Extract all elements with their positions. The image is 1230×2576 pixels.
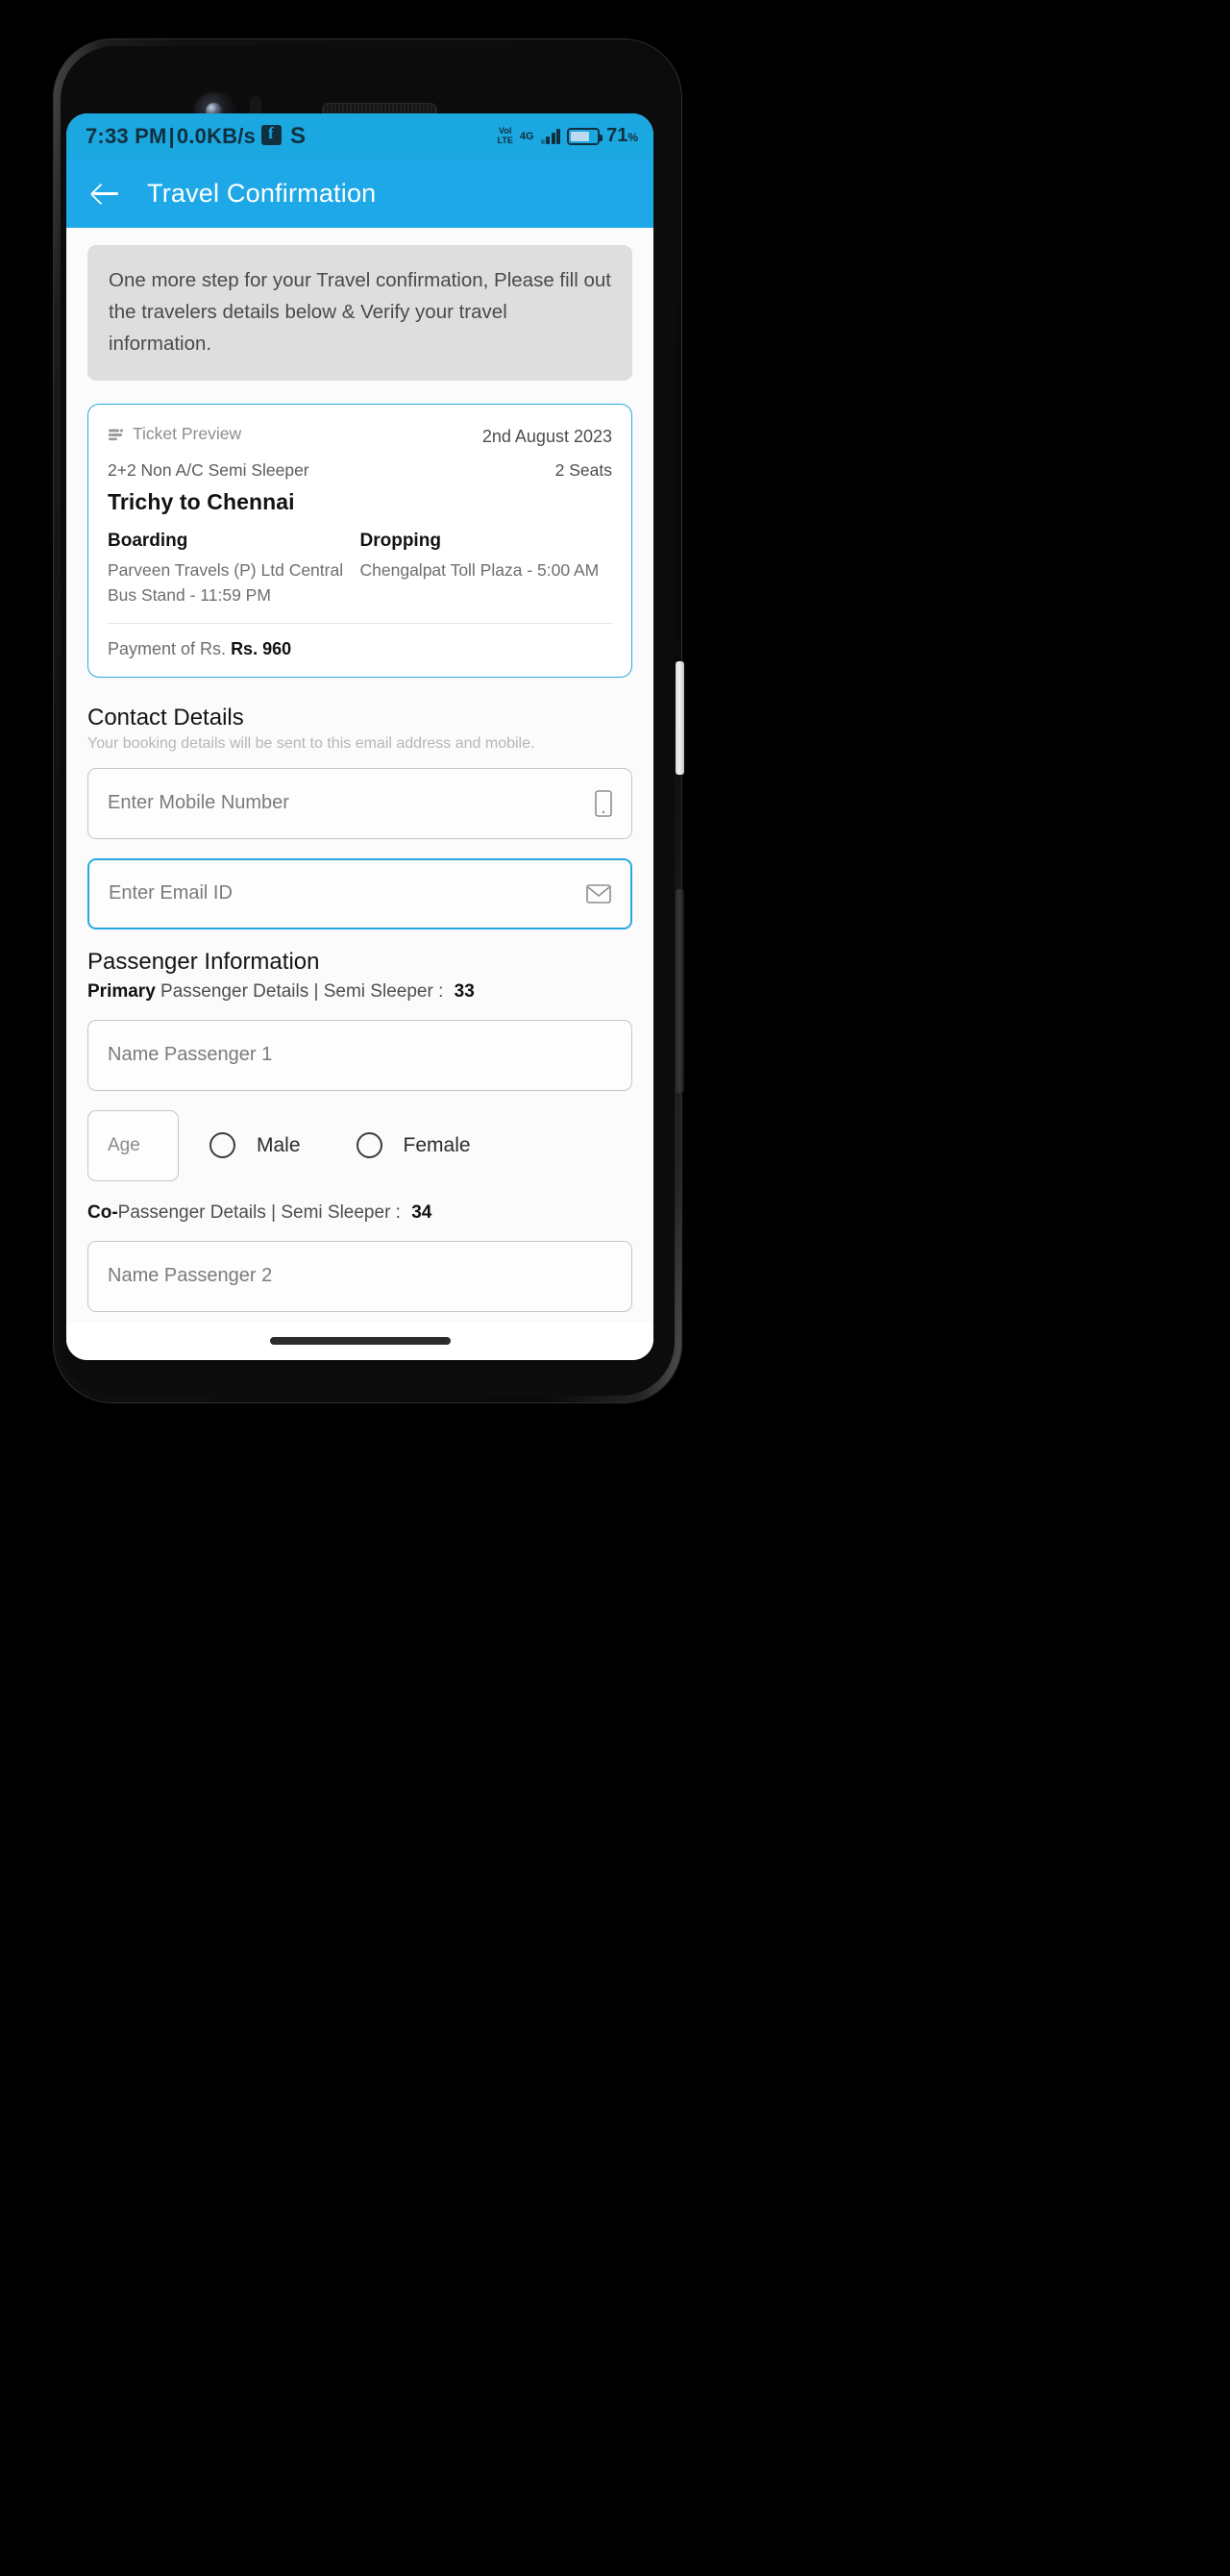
passenger-1-age-input[interactable]: Age bbox=[87, 1109, 179, 1181]
power-button[interactable] bbox=[676, 661, 684, 775]
passenger-1-name-field[interactable]: Name Passenger 1 bbox=[87, 1019, 632, 1091]
primary-passenger-role: Primary bbox=[87, 980, 156, 1002]
travel-date: 2nd August 2023 bbox=[481, 426, 612, 446]
dropping-column: Dropping Chengalpat Toll Plaza - 5:00 AM bbox=[360, 531, 613, 607]
contact-details-subtitle: Your booking details will be sent to thi… bbox=[87, 734, 535, 752]
mobile-number-input[interactable]: Enter Mobile Number bbox=[108, 792, 595, 814]
volte-icon: VoI LTE bbox=[497, 126, 513, 145]
passenger-2-name-input[interactable]: Name Passenger 2 bbox=[108, 1265, 612, 1287]
dropping-point-text: Chengalpat Toll Plaza - 5:00 AM bbox=[359, 559, 600, 580]
ticket-bus-type-row: 2+2 Non A/C Semi Sleeper 2 Seats bbox=[108, 447, 612, 481]
primary-passenger-label: Primary Passenger Details | Semi Sleeper… bbox=[87, 981, 632, 1003]
status-data-rate: 0.0KB/s bbox=[176, 123, 257, 148]
email-id-input[interactable]: Enter Email ID bbox=[109, 882, 586, 904]
passenger-1-male-label[interactable]: Male bbox=[257, 1134, 301, 1157]
status-bar-left: 7:33 PM | 0.0KB/s S bbox=[86, 123, 306, 150]
passenger-1-female-radio[interactable] bbox=[356, 1132, 382, 1158]
passenger-1-male-radio[interactable] bbox=[209, 1132, 235, 1158]
boarding-dropping-grid: Boarding Parveen Travels (P) Ltd Central… bbox=[108, 531, 612, 607]
battery-percent-label: 71% bbox=[606, 125, 638, 147]
contact-details-title: Contact Details bbox=[87, 704, 244, 731]
dropping-heading: Dropping bbox=[359, 530, 441, 551]
home-gesture-bar[interactable] bbox=[66, 1322, 653, 1360]
home-indicator-pill[interactable] bbox=[269, 1337, 451, 1345]
back-arrow-icon[interactable] bbox=[91, 179, 120, 208]
page-title: Travel Confirmation bbox=[147, 178, 377, 208]
facebook-icon bbox=[261, 124, 283, 145]
passenger-1-name-input[interactable]: Name Passenger 1 bbox=[108, 1044, 612, 1066]
seat-count-label: 2 Seats bbox=[554, 459, 612, 480]
co-passenger-label: Co-Passenger Details | Semi Sleeper : 34 bbox=[87, 1202, 632, 1224]
info-banner: One more step for your Travel confirmati… bbox=[87, 245, 632, 381]
status-separator: | bbox=[168, 123, 175, 148]
volte-line-2: LTE bbox=[497, 135, 513, 145]
passenger-1-age-gender-row: Age Male Female bbox=[87, 1109, 632, 1181]
mobile-phone-icon bbox=[595, 789, 612, 817]
phone-screen: 7:33 PM | 0.0KB/s S VoI LTE 4G 71% Trave… bbox=[66, 113, 653, 1360]
route-label: Trichy to Chennai bbox=[108, 488, 295, 514]
ticket-preview-label-group: Ticket Preview bbox=[108, 424, 241, 444]
payment-prefix-label: Payment of Rs. bbox=[108, 638, 227, 658]
email-id-field[interactable]: Enter Email ID bbox=[87, 857, 632, 929]
passenger-2-name-field[interactable]: Name Passenger 2 bbox=[87, 1240, 632, 1312]
page-content: One more step for your Travel confirmati… bbox=[66, 228, 653, 1360]
phone-device: 7:33 PM | 0.0KB/s S VoI LTE 4G 71% Trave… bbox=[53, 38, 1172, 1403]
mobile-number-field[interactable]: Enter Mobile Number bbox=[87, 767, 632, 839]
status-bar: 7:33 PM | 0.0KB/s S VoI LTE 4G 71% bbox=[66, 113, 653, 159]
co-passenger-role: Co- bbox=[87, 1201, 118, 1223]
primary-passenger-detail: Passenger Details | Semi Sleeper : bbox=[155, 980, 449, 1002]
volume-button[interactable] bbox=[676, 889, 684, 1093]
passenger-1-female-label[interactable]: Female bbox=[404, 1134, 471, 1157]
co-passenger-seat: 34 bbox=[411, 1201, 432, 1223]
payment-row: Payment of Rs. Rs. 960 bbox=[108, 624, 612, 677]
status-time: 7:33 PM bbox=[86, 123, 167, 148]
boarding-column: Boarding Parveen Travels (P) Ltd Central… bbox=[108, 531, 360, 607]
battery-percent-value: 71 bbox=[606, 125, 628, 146]
bus-icon bbox=[108, 428, 124, 440]
app-bar: Travel Confirmation bbox=[66, 159, 653, 228]
passenger-information-title: Passenger Information bbox=[87, 948, 320, 975]
status-bar-right: VoI LTE 4G 71% bbox=[498, 125, 638, 147]
co-passenger-detail: Passenger Details | Semi Sleeper : bbox=[117, 1201, 406, 1223]
battery-percent-unit: % bbox=[627, 131, 638, 144]
bus-type-label: 2+2 Non A/C Semi Sleeper bbox=[108, 459, 309, 480]
primary-passenger-seat: 33 bbox=[454, 980, 475, 1002]
network-type-label: 4G bbox=[519, 130, 534, 142]
ticket-preview-label: Ticket Preview bbox=[133, 424, 242, 443]
envelope-icon bbox=[586, 883, 611, 904]
ticket-preview-card: Ticket Preview 2nd August 2023 2+2 Non A… bbox=[87, 404, 632, 678]
s-app-icon: S bbox=[290, 122, 307, 149]
signal-bars-icon bbox=[540, 128, 561, 144]
ticket-card-header: Ticket Preview 2nd August 2023 bbox=[108, 424, 612, 447]
boarding-heading: Boarding bbox=[108, 530, 188, 551]
payment-amount-label: Rs. 960 bbox=[231, 638, 292, 658]
battery-icon bbox=[567, 127, 603, 145]
boarding-point-text: Parveen Travels (P) Ltd Central Bus Stan… bbox=[108, 559, 344, 605]
